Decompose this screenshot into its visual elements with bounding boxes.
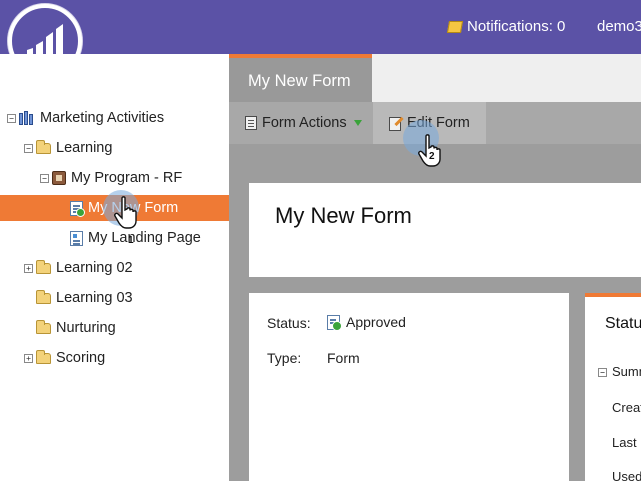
status-value-text: Approved: [346, 314, 406, 330]
status-panel: Status −Summary Created Last Used: [585, 293, 641, 481]
notifications-label: Notifications: 0: [467, 18, 566, 35]
landing-page-icon: [70, 230, 83, 246]
folder-icon: [36, 349, 51, 364]
tree-item-label: Marketing Activities: [40, 110, 165, 126]
folder-icon: [36, 139, 51, 154]
form-actions-icon: [245, 116, 257, 130]
type-value: Form: [327, 350, 360, 366]
tree-item-learning-02[interactable]: + Learning 02: [24, 255, 133, 281]
form-actions-button[interactable]: Form Actions: [245, 102, 362, 144]
title-card: My New Form: [249, 183, 641, 277]
folder-icon: [36, 289, 51, 304]
tree-item-marketing-activities[interactable]: − Marketing Activities: [7, 105, 164, 131]
dropdown-arrow-icon: [353, 120, 362, 126]
notification-icon: [446, 20, 464, 33]
tree-item-label: My Program - RF: [71, 170, 183, 186]
summary-row[interactable]: −Summary: [598, 364, 641, 379]
edit-pencil-icon: [389, 116, 402, 131]
used-row: Used: [612, 469, 641, 481]
collapse-icon[interactable]: −: [24, 143, 33, 153]
tree-item-label: Learning 02: [56, 260, 133, 276]
type-label: Type:: [267, 350, 302, 366]
collapse-icon[interactable]: −: [40, 173, 49, 183]
tree-item-label: Scoring: [56, 350, 106, 366]
notifications-link[interactable]: Notifications: 0: [446, 18, 566, 35]
tree-item-learning[interactable]: − Learning: [24, 135, 112, 161]
tree-sidebar: − Marketing Activities − Learning − My P…: [0, 54, 229, 481]
summary-label: Summary: [612, 364, 641, 379]
folder-icon: [36, 319, 51, 334]
collapse-icon[interactable]: −: [7, 113, 16, 123]
step-number-1: 1: [128, 235, 134, 246]
expand-icon[interactable]: +: [24, 263, 33, 273]
form-icon: [70, 200, 85, 217]
hand-cursor-icon: [114, 196, 137, 229]
tree-item-label: Learning 03: [56, 290, 133, 306]
tree-item-label: Learning: [56, 140, 113, 156]
main-panel: My New Form Form Actions Edit Form My Ne…: [229, 54, 641, 481]
last-row: Last: [612, 435, 637, 450]
books-icon: [19, 111, 35, 125]
status-value: Approved: [327, 314, 406, 331]
expand-icon[interactable]: +: [24, 353, 33, 363]
collapse-icon: −: [598, 368, 607, 377]
details-card: Status: Approved Type: Form: [249, 293, 569, 481]
approved-form-icon: [327, 314, 342, 331]
tab-my-new-form[interactable]: My New Form: [229, 54, 372, 102]
tab-label: My New Form: [248, 72, 351, 90]
tree-item-my-program-rf[interactable]: − My Program - RF: [40, 165, 182, 191]
user-menu[interactable]: demo3: [597, 18, 641, 35]
tree-item-label: Nurturing: [56, 320, 116, 336]
folder-icon: [36, 259, 51, 274]
status-panel-title: Status: [605, 315, 641, 332]
status-label: Status:: [267, 315, 311, 331]
app-header: Notifications: 0 demo3: [0, 0, 641, 54]
program-icon: [52, 171, 66, 185]
tree-item-learning-03[interactable]: Learning 03: [24, 285, 133, 311]
tree-item-label: My Landing Page: [88, 230, 201, 246]
page-title: My New Form: [275, 203, 412, 228]
tab-strip: My New Form: [229, 54, 641, 102]
created-row: Created: [612, 400, 641, 415]
form-actions-label: Form Actions: [262, 115, 347, 131]
tree-item-scoring[interactable]: + Scoring: [24, 345, 105, 371]
step-number-2: 2: [429, 151, 435, 162]
tree-item-nurturing[interactable]: Nurturing: [24, 315, 116, 341]
